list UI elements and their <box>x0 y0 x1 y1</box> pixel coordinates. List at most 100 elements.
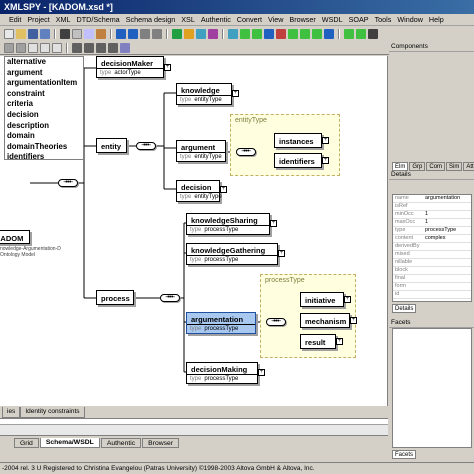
expand-decision-button[interactable]: + <box>220 186 227 193</box>
element-instances[interactable]: instances <box>274 133 322 148</box>
undo-icon[interactable] <box>116 29 126 39</box>
expand-knowledgesharing-button[interactable]: + <box>270 220 277 227</box>
tab-complex-types[interactable]: Com <box>426 162 446 171</box>
tab-authentic[interactable]: Authentic <box>100 437 142 448</box>
expand-mechanism-button[interactable]: + <box>350 317 357 324</box>
find-icon[interactable] <box>140 29 150 39</box>
menu-project[interactable]: Project <box>24 15 52 24</box>
menu-help[interactable]: Help <box>426 15 447 24</box>
horizontal-scrollbar[interactable] <box>0 424 388 435</box>
details-table[interactable]: name argumentation isRef minOcc 1 maxOcc 1 … <box>392 194 472 302</box>
expand-result-button[interactable]: + <box>336 338 343 345</box>
expand-decisionmaker-button[interactable]: + <box>164 64 171 71</box>
expand-knowledge-button[interactable]: + <box>232 90 239 97</box>
tab-grid[interactable]: Grid <box>14 437 39 448</box>
argument-sequence-compositor[interactable]: -•••- <box>236 148 256 156</box>
tab-simple-types[interactable]: Sim <box>446 162 463 171</box>
text-view-icon[interactable] <box>240 29 250 39</box>
menu-schema-design[interactable]: Schema design <box>123 15 179 24</box>
authentic-view-icon[interactable] <box>276 29 286 39</box>
validate-icon[interactable] <box>172 29 182 39</box>
new-file-icon[interactable] <box>4 29 14 39</box>
facets-pane[interactable] <box>392 328 472 448</box>
process-sequence-compositor[interactable]: -•••- <box>160 294 180 302</box>
tab-schema-wsdl[interactable]: Schema/WSDL <box>39 437 100 448</box>
element-knowledgesharing[interactable]: knowledgeSharing type processType <box>186 213 270 235</box>
redo-icon[interactable] <box>128 29 138 39</box>
tab-elements[interactable]: Elm <box>392 162 409 171</box>
schema-group-icon[interactable] <box>84 42 94 53</box>
menu-wsdl[interactable]: WSDL <box>319 15 346 24</box>
project-window-icon[interactable] <box>300 29 310 39</box>
menu-soap[interactable]: SOAP <box>346 15 372 24</box>
expand-decisionmaking-button[interactable]: + <box>258 369 265 376</box>
menu-edit[interactable]: Edit <box>6 15 24 24</box>
menu-authentic[interactable]: Authentic <box>198 15 234 24</box>
argumentation-sequence-compositor[interactable]: -•••- <box>266 318 286 326</box>
list-item[interactable]: decision <box>5 110 83 121</box>
list-item[interactable]: argument <box>5 68 83 79</box>
copy-icon[interactable] <box>84 29 94 39</box>
element-decisionmaker[interactable]: decisionMaker type actorType <box>96 56 164 78</box>
expand-instances-button[interactable]: + <box>322 137 329 144</box>
tab-facets[interactable]: Facets <box>392 450 417 459</box>
menu-dtd-schema[interactable]: DTD/Schema <box>74 15 123 24</box>
browser-view-icon[interactable] <box>288 29 298 39</box>
print-icon[interactable] <box>60 29 70 39</box>
element-identifiers[interactable]: identifiers <box>274 153 322 168</box>
schema-choice-icon[interactable] <box>40 42 50 53</box>
expand-identifiers-button[interactable]: + <box>322 157 329 164</box>
list-item[interactable]: description <box>5 121 83 132</box>
list-item[interactable]: identifiers <box>5 152 83 159</box>
schema-settings-icon[interactable] <box>120 42 130 53</box>
tab-attributes[interactable]: Att <box>463 162 474 171</box>
help-icon[interactable] <box>368 29 378 39</box>
list-item[interactable]: domainTheories <box>5 142 83 153</box>
tab-browser[interactable]: Browser <box>142 437 180 448</box>
open-folder-icon[interactable] <box>16 29 26 39</box>
schema-complex-type-icon[interactable] <box>96 42 106 53</box>
list-item[interactable]: domain <box>5 131 83 142</box>
save-all-icon[interactable] <box>40 29 50 39</box>
element-result[interactable]: result <box>300 334 336 349</box>
element-mechanism[interactable]: mechanism <box>300 313 350 328</box>
tab-details[interactable]: Details <box>392 304 417 313</box>
tab-properties[interactable]: ies <box>2 407 21 418</box>
list-item[interactable]: constraint <box>5 89 83 100</box>
menu-view[interactable]: View <box>265 15 286 24</box>
element-initiative[interactable]: initiative <box>300 292 344 307</box>
components-list[interactable]: alternative argument argumentationItem c… <box>4 56 84 160</box>
list-item[interactable]: criteria <box>5 99 83 110</box>
element-argument[interactable]: argument type entityType <box>176 140 226 162</box>
element-entity[interactable]: entity <box>96 138 127 153</box>
expand-initiative-button[interactable]: + <box>344 296 351 303</box>
grid-view-icon[interactable] <box>252 29 262 39</box>
tab-groups[interactable]: Grp <box>409 162 426 171</box>
element-knowledgegathering[interactable]: knowledgeGathering type processType <box>186 243 278 265</box>
fullscreen-icon[interactable] <box>356 29 366 39</box>
element-argumentation-selected[interactable]: argumentation type processType <box>186 312 256 334</box>
expand-knowledgegathering-button[interactable]: + <box>278 250 285 257</box>
wellformed-icon[interactable] <box>184 29 194 39</box>
xsl-transform-icon[interactable] <box>196 29 206 39</box>
schema-view-icon[interactable] <box>264 29 274 39</box>
cut-icon[interactable] <box>72 29 82 39</box>
schema-simple-type-icon[interactable] <box>108 42 118 53</box>
menu-tools[interactable]: Tools <box>372 15 395 24</box>
save-icon[interactable] <box>28 29 38 39</box>
fo-transform-icon[interactable] <box>208 29 218 39</box>
element-process[interactable]: process <box>96 290 134 305</box>
menu-xsl[interactable]: XSL <box>178 15 198 24</box>
window-title-bar[interactable]: XMLSPY - [KADOM.xsd *] <box>0 0 474 14</box>
schema-element-icon[interactable] <box>4 42 14 53</box>
menu-window[interactable]: Window <box>394 15 426 24</box>
schema-any-icon[interactable] <box>72 42 82 53</box>
element-decision[interactable]: decision type entityType <box>176 180 222 202</box>
element-decisionmaking[interactable]: decisionMaking type processType <box>186 362 258 384</box>
entry-helper-icon[interactable] <box>324 29 334 39</box>
schema-sequence-icon[interactable] <box>28 42 38 53</box>
list-item[interactable]: argumentationItem <box>5 78 83 89</box>
list-item[interactable]: alternative <box>5 57 83 68</box>
entity-sequence-compositor[interactable]: -•••- <box>136 142 156 150</box>
replace-icon[interactable] <box>152 29 162 39</box>
